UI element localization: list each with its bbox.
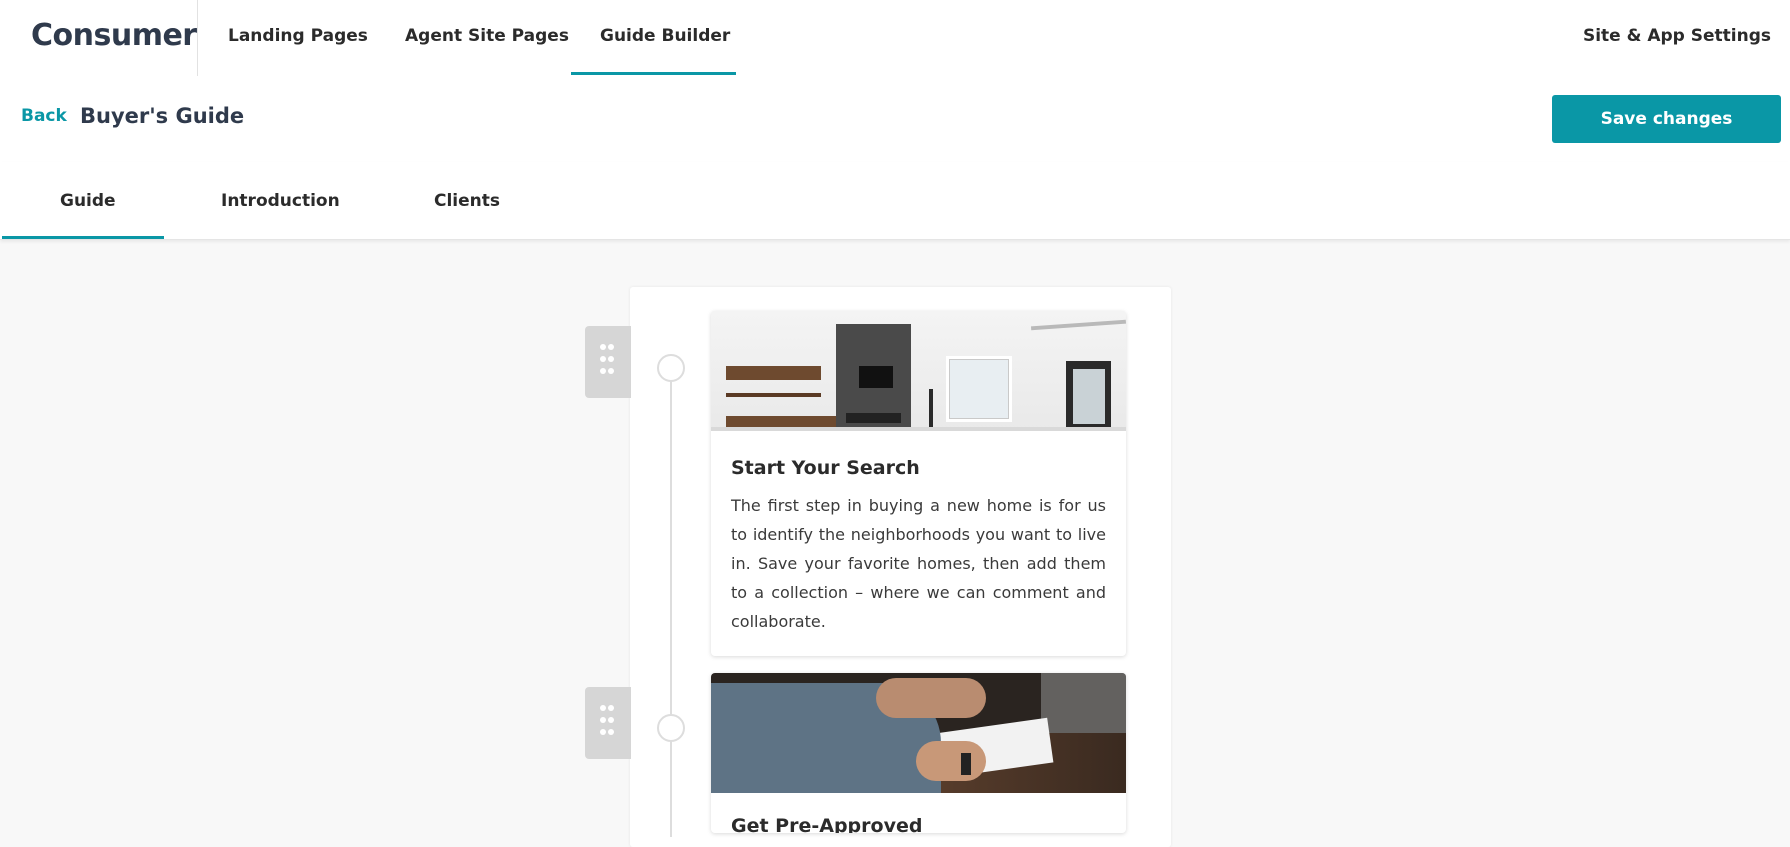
drag-handle[interactable] — [585, 326, 631, 398]
timeline-dot — [657, 354, 685, 382]
tab-landing-pages[interactable]: Landing Pages — [228, 26, 368, 46]
guide-tabs: Guide Introduction Clients — [0, 162, 1790, 240]
step-card[interactable]: Start Your Search The first step in buyi… — [711, 311, 1126, 656]
drag-handle[interactable] — [585, 687, 631, 759]
page-header: Back Buyer's Guide Save changes — [0, 76, 1790, 162]
tab-introduction[interactable]: Introduction — [221, 191, 340, 211]
page-title: Buyer's Guide — [80, 104, 245, 128]
step-title: Get Pre-Approved — [731, 815, 923, 833]
step-title: Start Your Search — [731, 457, 920, 479]
divider — [197, 0, 198, 76]
top-navigation: Consumer Landing Pages Agent Site Pages … — [0, 0, 1790, 77]
brand-title: Consumer — [31, 18, 197, 53]
tab-clients[interactable]: Clients — [434, 191, 500, 211]
drag-dots-icon — [600, 705, 616, 741]
timeline-line — [670, 367, 672, 837]
living-room-photo — [711, 311, 1126, 431]
save-changes-button[interactable]: Save changes — [1552, 95, 1781, 143]
drag-dots-icon — [600, 344, 616, 380]
step-description: The first step in buying a new home is f… — [731, 496, 1106, 631]
site-app-settings-link[interactable]: Site & App Settings — [1583, 26, 1771, 46]
timeline-dot — [657, 714, 685, 742]
active-subtab-indicator — [2, 236, 164, 239]
tab-agent-site-pages[interactable]: Agent Site Pages — [405, 26, 569, 46]
tab-guide-builder[interactable]: Guide Builder — [600, 26, 730, 46]
tab-guide[interactable]: Guide — [60, 191, 116, 211]
back-link[interactable]: Back — [21, 106, 67, 126]
signing-documents-photo — [711, 673, 1126, 793]
active-tab-indicator — [571, 72, 736, 75]
step-card[interactable]: Get Pre-Approved — [711, 673, 1126, 833]
